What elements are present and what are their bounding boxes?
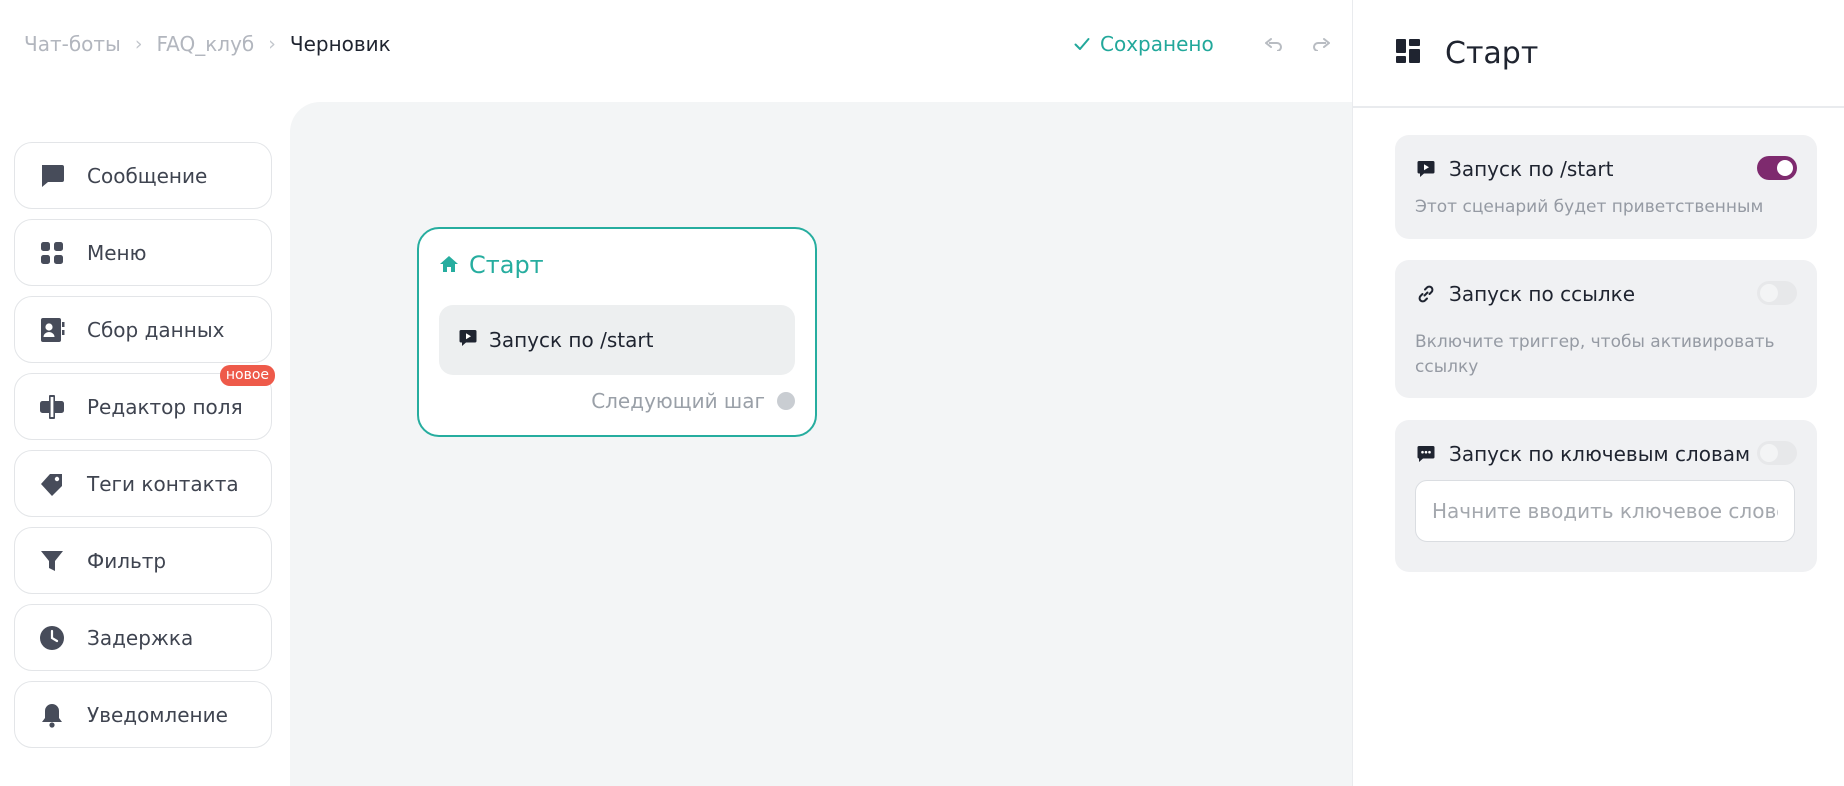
trigger-keywords-toggle[interactable] (1757, 441, 1797, 465)
keyword-input[interactable] (1415, 480, 1795, 542)
palette-item-label: Редактор поля (87, 394, 243, 419)
contact-card-icon (37, 315, 67, 345)
check-icon (1074, 32, 1090, 56)
trigger-link-toggle[interactable] (1757, 281, 1797, 305)
dashboard-icon (1395, 38, 1421, 68)
palette-item-label: Сообщение (87, 163, 208, 188)
palette-item-delay[interactable]: Задержка (14, 604, 272, 671)
filter-icon (37, 546, 67, 576)
breadcrumb-separator: › (134, 33, 143, 55)
properties-panel: Старт Запуск по /start Этот сценарий буд… (1352, 0, 1844, 786)
redo-icon (1312, 36, 1330, 55)
panel-title: Старт (1445, 35, 1539, 71)
palette-item-label: Теги контакта (87, 471, 239, 496)
next-step-label: Следующий шаг (591, 389, 765, 413)
palette-item-data-collection[interactable]: Сбор данных (14, 296, 272, 363)
field-editor-icon (37, 392, 67, 422)
play-badge-icon (459, 328, 477, 352)
palette-item-label: Задержка (87, 625, 194, 650)
next-step: Следующий шаг (591, 389, 795, 413)
palette-item-label: Меню (87, 240, 147, 265)
trigger-keywords-label: Запуск по ключевым словам (1449, 442, 1751, 466)
breadcrumb-chatbots[interactable]: Чат-боты (24, 32, 121, 56)
redo-button[interactable] (1309, 33, 1333, 57)
trigger-card-keywords: Запуск по ключевым словам (1395, 420, 1817, 572)
next-step-port[interactable] (777, 392, 795, 410)
undo-icon (1265, 36, 1283, 55)
bell-icon (37, 700, 67, 730)
palette-item-filter[interactable]: Фильтр (14, 527, 272, 594)
flow-canvas[interactable]: Старт Запуск по /start Следующий шаг (290, 102, 1352, 786)
palette-item-field-editor[interactable]: Редактор поля новое (14, 365, 275, 440)
breadcrumb-bot[interactable]: FAQ_клуб (156, 32, 254, 56)
palette-item-message[interactable]: Сообщение (14, 142, 272, 209)
palette-item-contact-tags[interactable]: Теги контакта (14, 450, 272, 517)
chat-dots-icon (1415, 443, 1437, 465)
palette-item-notification[interactable]: Уведомление (14, 681, 272, 748)
breadcrumb-current: Черновик (289, 32, 391, 56)
trigger-card-link: Запуск по ссылке Включите триггер, чтобы… (1395, 260, 1817, 398)
trigger-card-start: Запуск по /start Этот сценарий будет при… (1395, 135, 1817, 239)
grid-icon (37, 238, 67, 268)
palette-item-label: Уведомление (87, 702, 228, 727)
palette-item-label: Сбор данных (87, 317, 225, 342)
undo-button[interactable] (1262, 33, 1286, 57)
new-badge: новое (219, 365, 275, 386)
start-node-title-label: Старт (469, 251, 544, 279)
home-icon (439, 251, 459, 279)
link-icon (1415, 283, 1437, 305)
breadcrumb: Чат-боты › FAQ_клуб › Черновик (24, 32, 391, 56)
save-status-label: Сохранено (1100, 32, 1214, 56)
start-node-trigger[interactable]: Запуск по /start (439, 305, 795, 375)
play-badge-icon (1415, 158, 1437, 180)
top-bar: Чат-боты › FAQ_клуб › Черновик Сохранено (0, 0, 1352, 102)
trigger-start-label: Запуск по /start (1449, 157, 1614, 181)
start-node-trigger-label: Запуск по /start (489, 328, 654, 352)
start-node-title: Старт (439, 251, 544, 279)
save-status: Сохранено (1074, 32, 1214, 56)
tag-icon (37, 469, 67, 499)
trigger-start-description: Этот сценарий будет приветственным (1415, 197, 1764, 217)
trigger-start-toggle[interactable] (1757, 156, 1797, 180)
breadcrumb-separator: › (268, 33, 276, 55)
palette-item-menu[interactable]: Меню (14, 219, 272, 286)
trigger-link-label: Запуск по ссылке (1449, 282, 1636, 306)
start-node[interactable]: Старт Запуск по /start Следующий шаг (417, 227, 817, 437)
message-icon (37, 161, 67, 191)
palette-item-label: Фильтр (87, 548, 167, 573)
panel-header: Старт (1353, 0, 1844, 108)
trigger-link-description: Включите триггер, чтобы активировать ссы… (1415, 332, 1775, 377)
block-palette: Сообщение Меню Сбор данных Редактор поля… (14, 142, 275, 758)
clock-icon (37, 623, 67, 653)
